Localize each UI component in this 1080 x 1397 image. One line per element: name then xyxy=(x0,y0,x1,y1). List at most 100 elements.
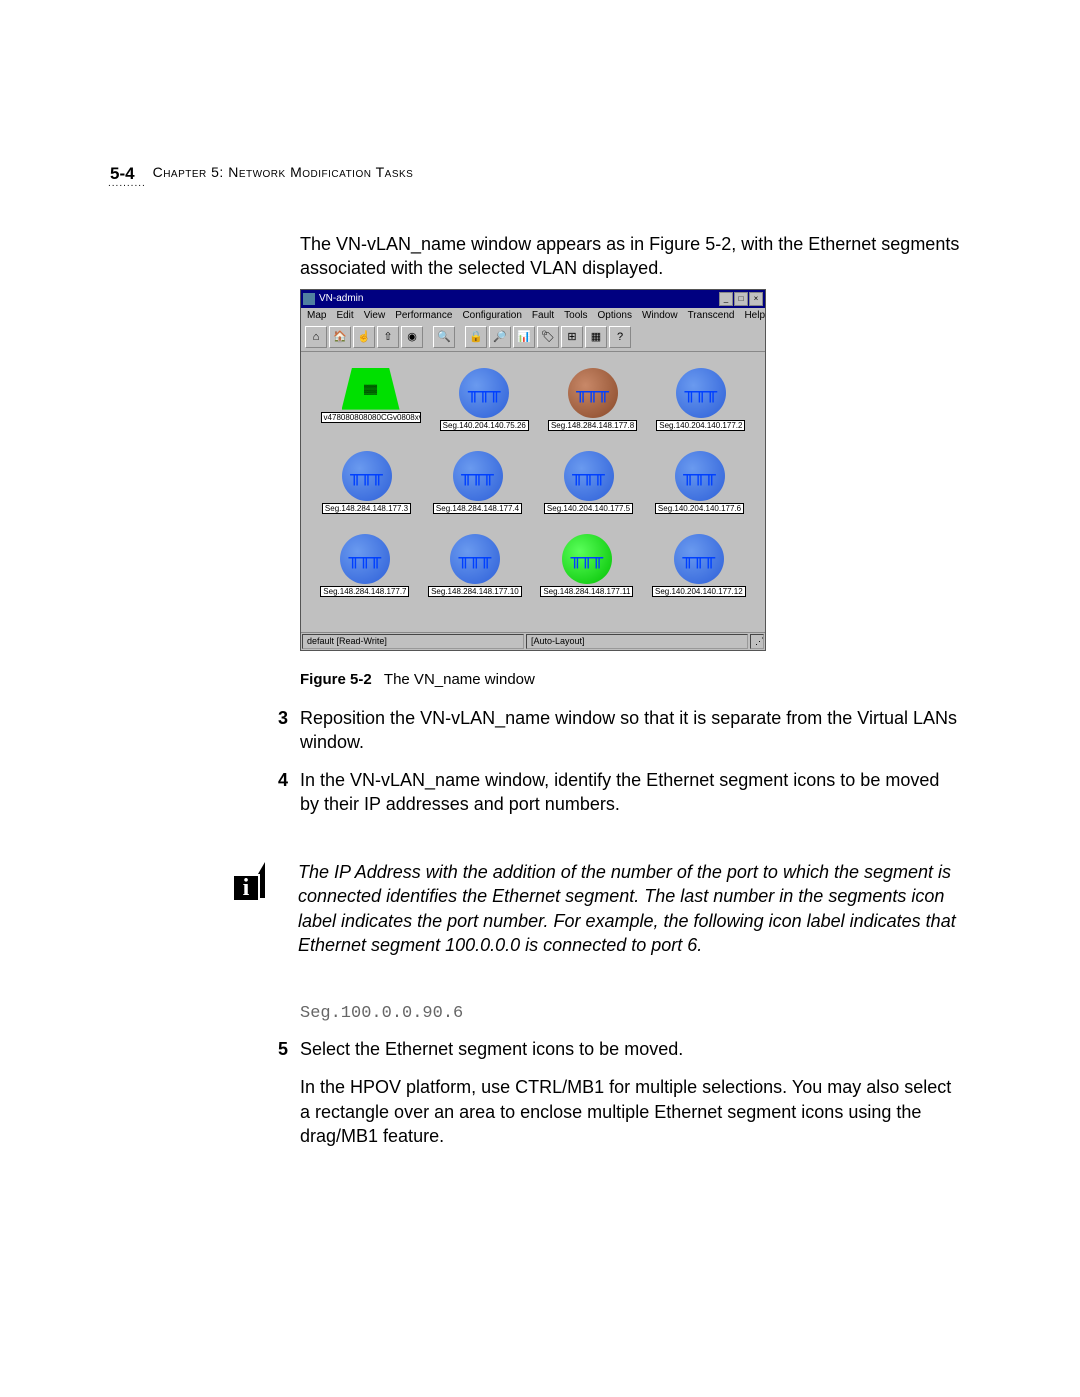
segment-circle-icon: ╥╥╥ xyxy=(676,368,726,418)
figure-caption-text: The VN_name window xyxy=(384,671,535,688)
resize-grip-icon[interactable]: ⋰ xyxy=(750,634,764,649)
window-icon xyxy=(303,293,315,305)
toolbar-btn-12[interactable]: ▦ xyxy=(585,326,607,348)
segment-circle-icon: ╥╥╥ xyxy=(342,451,392,501)
step-body: In the VN-vLAN_name window, identify the… xyxy=(300,768,960,817)
menu-options[interactable]: Options xyxy=(598,310,632,321)
status-left: default [Read-Write] xyxy=(302,634,524,649)
step-body: Select the Ethernet segment icons to be … xyxy=(300,1037,960,1061)
segment-circle-icon: ╥╥╥ xyxy=(562,534,612,584)
step-5: 5 Select the Ethernet segment icons to b… xyxy=(300,1037,960,1061)
statusbar: default [Read-Write] [Auto-Layout] ⋰ xyxy=(301,632,765,650)
toolbar-btn-13[interactable]: ? xyxy=(609,326,631,348)
page-header: 5-4 Chapter 5: Network Modification Task… xyxy=(110,164,413,184)
menu-transcend[interactable]: Transcend xyxy=(688,310,735,321)
toolbar-btn-3[interactable]: ☝ xyxy=(353,326,375,348)
net-icon[interactable]: ╥╥╥ Seg.140.204.140.75.26 xyxy=(440,368,529,431)
icon-row-2: ╥╥╥ Seg.148.284.148.177.3 ╥╥╥ Seg.148.28… xyxy=(311,451,755,514)
net-label: Seg.140.204.140.177.2 xyxy=(656,420,745,431)
menu-performance[interactable]: Performance xyxy=(395,310,452,321)
vn-admin-window: VN-admin _ □ × Map Edit View Performance… xyxy=(300,289,766,651)
net-label: Seg.148.284.148.177.10 xyxy=(428,586,522,597)
canvas: ▓▓ v478080808080CGv0808xv808080808Cv8da8… xyxy=(301,352,765,632)
minimize-button[interactable]: _ xyxy=(719,292,733,306)
net-label: Seg.140.204.140.177.12 xyxy=(652,586,746,597)
net-icon[interactable]: ╥╥╥ Seg.148.284.148.177.10 xyxy=(428,534,522,597)
net-icon[interactable]: ▓▓ v478080808080CGv0808xv808080808Cv8da8… xyxy=(321,368,421,431)
chapter-title: Chapter 5: Network Modification Tasks xyxy=(153,164,414,180)
toolbar-btn-6[interactable]: 🔍 xyxy=(433,326,455,348)
figure-caption-bold: Figure 5-2 xyxy=(300,671,372,688)
menu-fault[interactable]: Fault xyxy=(532,310,554,321)
info-icon: i xyxy=(232,862,274,904)
segment-circle-icon: ╥╥╥ xyxy=(564,451,614,501)
menu-help[interactable]: Help xyxy=(744,310,765,321)
toolbar-btn-1[interactable]: ⌂ xyxy=(305,326,327,348)
step-number: 5 xyxy=(274,1037,288,1061)
net-label: Seg.148.284.148.177.3 xyxy=(322,503,411,514)
net-label: Seg.140.204.140.177.5 xyxy=(544,503,633,514)
segment-circle-icon: ╥╥╥ xyxy=(674,534,724,584)
menu-edit[interactable]: Edit xyxy=(336,310,353,321)
icon-row-3: ╥╥╥ Seg.148.284.148.177.7 ╥╥╥ Seg.148.28… xyxy=(311,534,755,597)
net-icon[interactable]: ╥╥╥ Seg.148.284.148.177.4 xyxy=(433,451,522,514)
toolbar-btn-9[interactable]: 📊 xyxy=(513,326,535,348)
toolbar-btn-7[interactable]: 🔒 xyxy=(465,326,487,348)
toolbar-btn-8[interactable]: 🔎 xyxy=(489,326,511,348)
net-label: Seg.148.284.148.177.7 xyxy=(320,586,409,597)
menu-configuration[interactable]: Configuration xyxy=(462,310,521,321)
status-mid: [Auto-Layout] xyxy=(526,634,748,649)
net-icon[interactable]: ╥╥╥ Seg.140.204.140.177.12 xyxy=(652,534,746,597)
segment-circle-icon: ╥╥╥ xyxy=(450,534,500,584)
window-controls: _ □ × xyxy=(719,292,763,306)
code-example: Seg.100.0.0.90.6 xyxy=(300,1004,960,1023)
icon-row-1: ▓▓ v478080808080CGv0808xv808080808Cv8da8… xyxy=(311,368,755,431)
toolbar-btn-4[interactable]: ⇧ xyxy=(377,326,399,348)
step-number: 4 xyxy=(274,768,288,817)
segment-circle-icon: ╥╥╥ xyxy=(453,451,503,501)
window-title: VN-admin xyxy=(319,293,363,304)
menubar: Map Edit View Performance Configuration … xyxy=(301,308,765,323)
net-icon[interactable]: ╥╥╥ Seg.140.204.140.177.5 xyxy=(544,451,633,514)
close-button[interactable]: × xyxy=(749,292,763,306)
segment-circle-icon: ╥╥╥ xyxy=(675,451,725,501)
menu-tools[interactable]: Tools xyxy=(564,310,587,321)
step-4: 4 In the VN-vLAN_name window, identify t… xyxy=(300,768,960,817)
figure-caption: Figure 5-2 The VN_name window xyxy=(300,671,960,688)
toolbar-btn-2[interactable]: 🏠 xyxy=(329,326,351,348)
segment-circle-icon: ╥╥╥ xyxy=(340,534,390,584)
step-3: 3 Reposition the VN-vLAN_name window so … xyxy=(300,706,960,755)
toolbar-btn-11[interactable]: ⊞ xyxy=(561,326,583,348)
net-label: Seg.140.204.140.177.6 xyxy=(655,503,744,514)
step-number: 3 xyxy=(274,706,288,755)
menu-view[interactable]: View xyxy=(364,310,386,321)
step-5-body: In the HPOV platform, use CTRL/MB1 for m… xyxy=(300,1075,960,1148)
net-icon[interactable]: ╥╥╥ Seg.148.284.148.177.11 xyxy=(540,534,633,597)
net-icon[interactable]: ╥╥╥ Seg.148.284.148.177.3 xyxy=(322,451,411,514)
step-body: Reposition the VN-vLAN_name window so th… xyxy=(300,706,960,755)
toolbar-btn-10[interactable]: 🏷 xyxy=(537,326,559,348)
net-label: Seg.140.204.140.75.26 xyxy=(440,420,529,431)
menu-window[interactable]: Window xyxy=(642,310,678,321)
intro-paragraph: The VN-vLAN_name window appears as in Fi… xyxy=(300,232,960,281)
segment-circle-icon: ╥╥╥ xyxy=(568,368,618,418)
content-column: The VN-vLAN_name window appears as in Fi… xyxy=(300,232,960,831)
lower-content: Seg.100.0.0.90.6 5 Select the Ethernet s… xyxy=(300,1000,960,1162)
net-icon[interactable]: ╥╥╥ Seg.148.284.148.177.7 xyxy=(320,534,409,597)
info-block: i The IP Address with the addition of th… xyxy=(232,860,960,957)
menu-map[interactable]: Map xyxy=(307,310,326,321)
net-icon[interactable]: ╥╥╥ Seg.148.284.148.177.8 xyxy=(548,368,637,431)
toolbar-btn-5[interactable]: ◉ xyxy=(401,326,423,348)
titlebar: VN-admin _ □ × xyxy=(301,290,765,308)
info-letter: i xyxy=(232,874,260,902)
toolbar: ⌂ 🏠 ☝ ⇧ ◉ 🔍 🔒 🔎 📊 🏷 ⊞ ▦ ? xyxy=(301,323,765,352)
dots-decoration: .......... xyxy=(108,178,146,189)
net-label: Seg.148.284.148.177.11 xyxy=(540,586,633,597)
vlan-trapezoid-icon: ▓▓ xyxy=(342,368,400,410)
segment-circle-icon: ╥╥╥ xyxy=(459,368,509,418)
net-icon[interactable]: ╥╥╥ Seg.140.204.140.177.6 xyxy=(655,451,744,514)
net-label: v478080808080CGv0808xv808080808Cv8da8043… xyxy=(321,412,421,423)
maximize-button[interactable]: □ xyxy=(734,292,748,306)
net-icon[interactable]: ╥╥╥ Seg.140.204.140.177.2 xyxy=(656,368,745,431)
net-label: Seg.148.284.148.177.4 xyxy=(433,503,522,514)
